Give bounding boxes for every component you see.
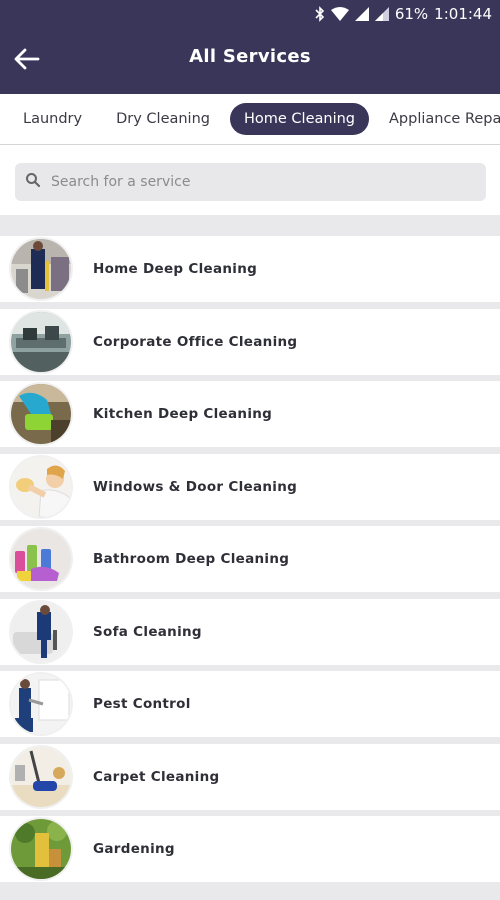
- search-section: [0, 145, 500, 215]
- service-list: Home Deep Cleaning Corporate Office Clea…: [0, 236, 500, 889]
- battery-level: 61%: [394, 5, 429, 23]
- cleaning-supplies-image: [11, 529, 71, 589]
- clock: 1:01:44: [434, 5, 492, 23]
- list-item[interactable]: Gardening: [0, 816, 500, 882]
- list-item[interactable]: Sofa Cleaning: [0, 598, 500, 665]
- service-name: Home Deep Cleaning: [93, 261, 258, 277]
- cleaning-trolley-image: [11, 239, 71, 299]
- service-name: Bathroom Deep Cleaning: [93, 551, 290, 567]
- service-name: Sofa Cleaning: [93, 623, 202, 640]
- page-title: All Services: [189, 46, 311, 67]
- category-tabs: Laundry Dry Cleaning Home Cleaning Appli…: [0, 94, 500, 145]
- list-item[interactable]: Kitchen Deep Cleaning: [0, 381, 500, 447]
- list-item[interactable]: Carpet Cleaning: [0, 743, 500, 810]
- service-name: Carpet Cleaning: [93, 768, 220, 785]
- tab-laundry[interactable]: Laundry: [9, 103, 96, 135]
- search-icon: [15, 172, 41, 192]
- status-bar: 61% 1:01:44: [0, 0, 500, 28]
- app-bar: 61% 1:01:44 All Services: [0, 0, 500, 94]
- list-item[interactable]: Pest Control: [0, 671, 500, 737]
- service-name: Gardening: [93, 841, 175, 857]
- tab-appliance-repair[interactable]: Appliance Repa: [375, 103, 500, 135]
- tab-home-cleaning[interactable]: Home Cleaning: [229, 103, 369, 135]
- tab-dry-cleaning[interactable]: Dry Cleaning: [102, 103, 224, 135]
- office-image: [11, 311, 71, 372]
- glove-sponge-image: [11, 384, 71, 444]
- pest-spray-image: [11, 674, 71, 734]
- list-item[interactable]: Home Deep Cleaning: [0, 236, 500, 302]
- sofa-image: [11, 601, 71, 662]
- list-item[interactable]: Windows & Door Cleaning: [0, 453, 500, 520]
- service-name: Windows & Door Cleaning: [93, 478, 298, 495]
- list-item[interactable]: Bathroom Deep Cleaning: [0, 526, 500, 592]
- search-box: [15, 163, 486, 201]
- search-input[interactable]: [49, 173, 473, 191]
- list-item[interactable]: Corporate Office Cleaning: [0, 308, 500, 375]
- status-icons: 61% 1:01:44: [315, 4, 492, 24]
- window-wiping-image: [11, 456, 71, 517]
- vacuum-image: [11, 746, 71, 807]
- wifi-icon: [330, 7, 349, 21]
- signal-icon-2: [374, 7, 389, 21]
- signal-icon: [354, 7, 369, 21]
- service-name: Corporate Office Cleaning: [93, 333, 298, 350]
- bluetooth-icon: [315, 6, 325, 22]
- service-name: Pest Control: [93, 696, 191, 712]
- garden-image: [11, 819, 71, 879]
- service-name: Kitchen Deep Cleaning: [93, 406, 273, 422]
